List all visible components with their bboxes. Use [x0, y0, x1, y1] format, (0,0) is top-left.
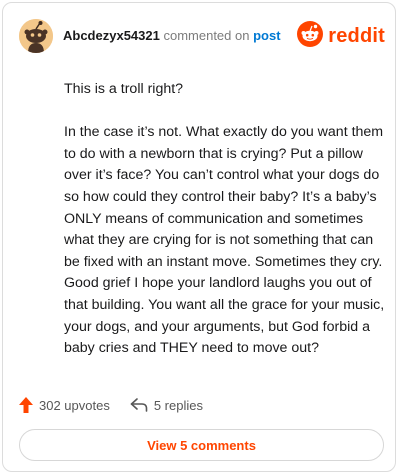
comment-body: This is a troll right? In the case it’s … — [64, 79, 389, 381]
comment-stats: 302 upvotes 5 replies — [19, 395, 379, 415]
username-link[interactable]: Abcdezyx54321 — [63, 28, 160, 43]
reply-arrow-icon — [130, 398, 148, 412]
reply-count: 5 replies — [153, 397, 203, 413]
upvote-count: 302 upvotes — [39, 397, 110, 413]
action-text: commented on — [163, 28, 250, 43]
comment-card: Abcdezyx54321 commented on post reddit T… — [2, 2, 396, 472]
comment-attribution: Abcdezyx54321 commented on post — [63, 28, 281, 43]
comment-paragraph: In the case it’s not. What exactly do yo… — [64, 124, 385, 357]
reddit-logo-icon — [297, 20, 324, 52]
comment-paragraph: This is a troll right? — [64, 81, 184, 97]
reddit-logo[interactable]: reddit — [297, 20, 385, 52]
upvote-button[interactable]: 302 upvotes — [19, 397, 110, 413]
post-link[interactable]: post — [253, 28, 280, 43]
reply-button[interactable]: 5 replies — [130, 398, 203, 413]
comment-header: Abcdezyx54321 commented on post reddit — [19, 19, 385, 55]
view-comments-button[interactable]: View 5 comments — [19, 429, 384, 461]
reddit-logo-text: reddit — [328, 24, 385, 47]
upvote-arrow-icon — [19, 397, 33, 413]
snoo-avatar-icon[interactable] — [19, 19, 53, 53]
